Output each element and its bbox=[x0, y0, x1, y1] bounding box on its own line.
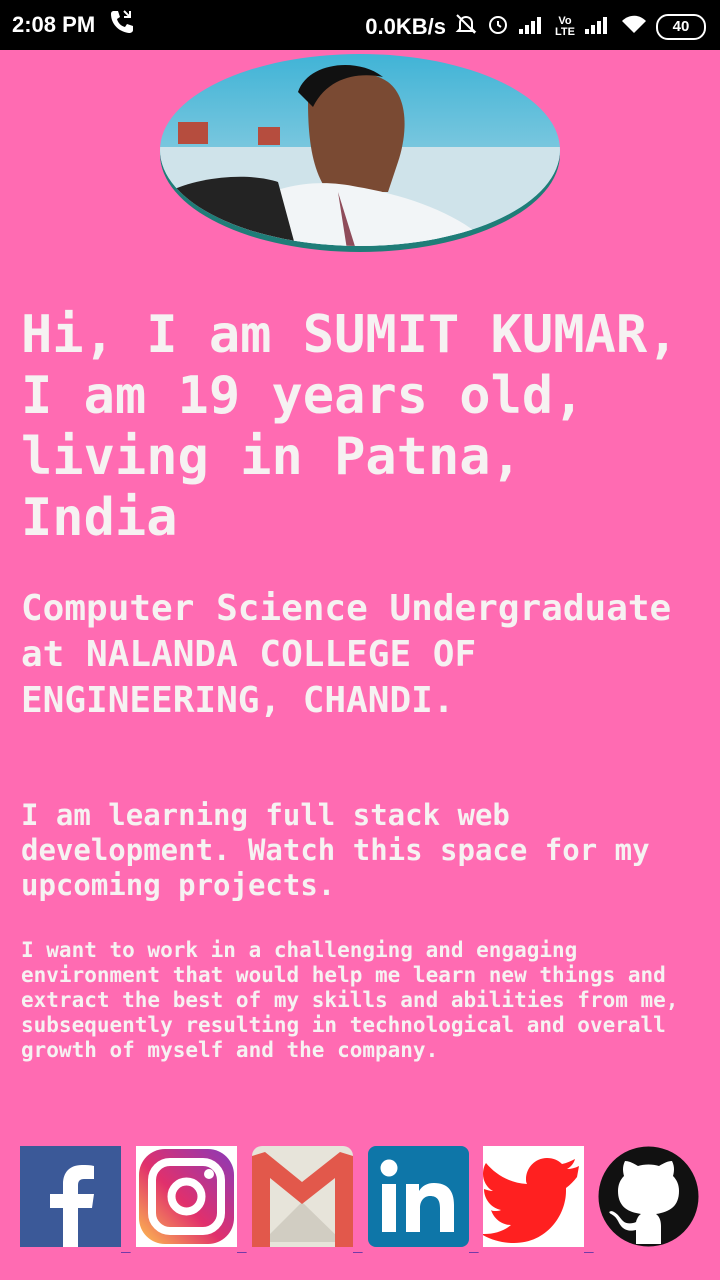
github-link[interactable] bbox=[598, 1146, 699, 1247]
network-speed: 0.0KB/s bbox=[365, 14, 446, 39]
link-underscore: _ bbox=[237, 1234, 247, 1253]
alarm-icon bbox=[486, 12, 510, 42]
instagram-link[interactable] bbox=[136, 1146, 237, 1247]
learning-text: I am learning full stack web development… bbox=[21, 798, 650, 902]
github-icon bbox=[598, 1146, 699, 1247]
facebook-icon bbox=[20, 1146, 121, 1247]
status-time: 2:08 PM bbox=[12, 12, 96, 37]
signal-icon bbox=[518, 13, 546, 41]
link-underscore: _ bbox=[469, 1234, 479, 1253]
avatar bbox=[158, 52, 562, 256]
gmail-link[interactable] bbox=[252, 1146, 353, 1247]
headline: Hi, I am SUMIT KUMAR, I am 19 years old,… bbox=[21, 305, 679, 548]
mute-bell-icon bbox=[454, 12, 478, 42]
facebook-link[interactable] bbox=[20, 1146, 121, 1247]
twitter-link[interactable] bbox=[481, 1146, 584, 1247]
link-underscore: _ bbox=[353, 1234, 363, 1253]
link-underscore: _ bbox=[584, 1234, 594, 1253]
objective-text: I want to work in a challenging and enga… bbox=[21, 938, 679, 1062]
battery-indicator: 40 bbox=[656, 14, 706, 40]
lte-indicator: Vo LTE bbox=[555, 15, 575, 38]
linkedin-link[interactable] bbox=[368, 1146, 469, 1247]
gmail-icon bbox=[252, 1146, 353, 1247]
link-underscore: _ bbox=[121, 1234, 131, 1253]
wifi-icon bbox=[620, 13, 648, 41]
twitter-icon bbox=[481, 1146, 584, 1247]
status-bar: 2:08 PM 0.0KB/s Vo LTE 40 bbox=[0, 0, 720, 50]
education-text: Computer Science Undergraduate at NALAND… bbox=[21, 588, 672, 721]
instagram-icon bbox=[136, 1146, 237, 1247]
linkedin-icon bbox=[368, 1146, 469, 1247]
call-icon bbox=[108, 8, 134, 42]
signal-icon-2 bbox=[584, 13, 612, 41]
